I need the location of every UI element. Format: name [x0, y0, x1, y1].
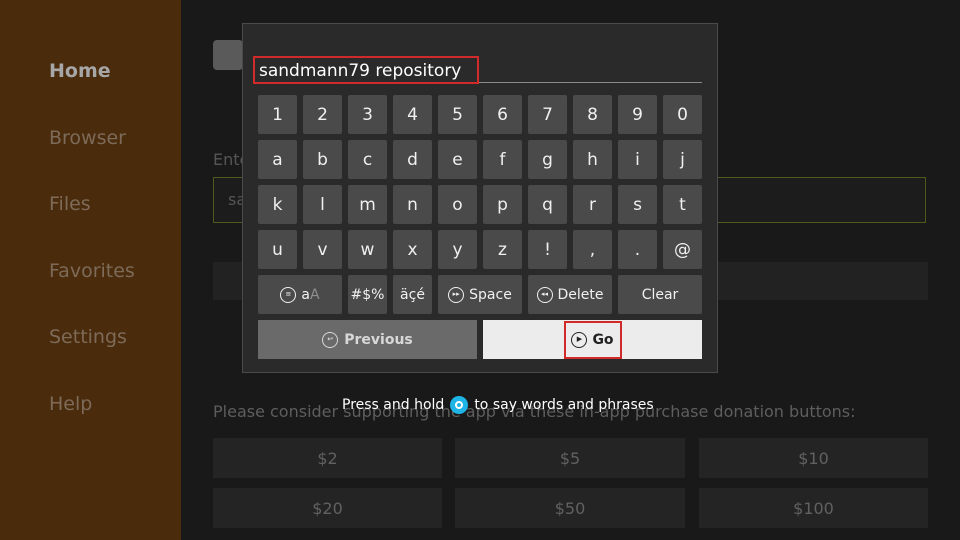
- symbols-key[interactable]: #$%: [348, 275, 387, 314]
- key-0[interactable]: 0: [663, 95, 702, 134]
- donate-button-20[interactable]: $20: [213, 488, 442, 528]
- key-y[interactable]: y: [438, 230, 477, 269]
- clear-key[interactable]: Clear: [618, 275, 702, 314]
- key-e[interactable]: e: [438, 140, 477, 179]
- key-1[interactable]: 1: [258, 95, 297, 134]
- key-4[interactable]: 4: [393, 95, 432, 134]
- key-m[interactable]: m: [348, 185, 387, 224]
- search-input[interactable]: sandmann79 repository: [253, 56, 479, 84]
- accents-key[interactable]: äçé: [393, 275, 432, 314]
- key-u[interactable]: u: [258, 230, 297, 269]
- alexa-icon: [450, 396, 469, 414]
- donate-button-50[interactable]: $50: [455, 488, 685, 528]
- case-toggle-key[interactable]: ≡ aA: [258, 275, 342, 314]
- key-b[interactable]: b: [303, 140, 342, 179]
- key-c[interactable]: c: [348, 140, 387, 179]
- rewind-icon: ◂◂: [536, 286, 553, 303]
- voice-hint-before: Press and hold: [342, 397, 445, 413]
- go-button-highlight: ▶ Go: [563, 320, 622, 359]
- key-5[interactable]: 5: [438, 95, 477, 134]
- sidebar-item-home[interactable]: Home: [49, 60, 111, 82]
- previous-button[interactable]: ↩ Previous: [258, 320, 477, 359]
- case-lower-label: a: [301, 286, 310, 303]
- sidebar-item-files[interactable]: Files: [49, 193, 91, 215]
- key-a[interactable]: a: [258, 140, 297, 179]
- menu-icon: ≡: [280, 286, 297, 303]
- key-3[interactable]: 3: [348, 95, 387, 134]
- key-2[interactable]: 2: [303, 95, 342, 134]
- previous-button-label: Previous: [344, 331, 413, 348]
- delete-key[interactable]: ◂◂ Delete: [528, 275, 612, 314]
- key-x[interactable]: x: [393, 230, 432, 269]
- fast-forward-icon: ▸▸: [448, 286, 465, 303]
- delete-key-label: Delete: [557, 286, 604, 303]
- app-logo: [213, 40, 243, 70]
- key-h[interactable]: h: [573, 140, 612, 179]
- key-period[interactable]: .: [618, 230, 657, 269]
- key-w[interactable]: w: [348, 230, 387, 269]
- key-7[interactable]: 7: [528, 95, 567, 134]
- key-l[interactable]: l: [303, 185, 342, 224]
- key-f[interactable]: f: [483, 140, 522, 179]
- play-pause-icon: ▶: [571, 331, 588, 348]
- space-key-label: Space: [469, 286, 512, 303]
- back-icon: ↩: [322, 331, 339, 348]
- voice-hint-after: to say words and phrases: [474, 397, 654, 413]
- key-excl[interactable]: !: [528, 230, 567, 269]
- key-i[interactable]: i: [618, 140, 657, 179]
- key-9[interactable]: 9: [618, 95, 657, 134]
- key-q[interactable]: q: [528, 185, 567, 224]
- key-at[interactable]: @: [663, 230, 702, 269]
- key-s[interactable]: s: [618, 185, 657, 224]
- donate-button-5[interactable]: $5: [455, 438, 685, 478]
- key-p[interactable]: p: [483, 185, 522, 224]
- key-z[interactable]: z: [483, 230, 522, 269]
- key-k[interactable]: k: [258, 185, 297, 224]
- key-n[interactable]: n: [393, 185, 432, 224]
- key-o[interactable]: o: [438, 185, 477, 224]
- key-t[interactable]: t: [663, 185, 702, 224]
- sidebar-item-help[interactable]: Help: [49, 393, 92, 415]
- sidebar-item-browser[interactable]: Browser: [49, 127, 126, 149]
- space-key[interactable]: ▸▸ Space: [438, 275, 522, 314]
- donate-button-10[interactable]: $10: [699, 438, 928, 478]
- key-v[interactable]: v: [303, 230, 342, 269]
- sidebar-item-favorites[interactable]: Favorites: [49, 260, 135, 282]
- donate-button-100[interactable]: $100: [699, 488, 928, 528]
- key-g[interactable]: g: [528, 140, 567, 179]
- key-r[interactable]: r: [573, 185, 612, 224]
- go-button-label: Go: [592, 331, 614, 348]
- go-button[interactable]: ▶ Go: [483, 320, 702, 359]
- voice-hint: Press and hold to say words and phrases: [342, 396, 654, 414]
- key-8[interactable]: 8: [573, 95, 612, 134]
- key-j[interactable]: j: [663, 140, 702, 179]
- donate-button-2[interactable]: $2: [213, 438, 442, 478]
- key-6[interactable]: 6: [483, 95, 522, 134]
- case-upper-label: A: [310, 286, 320, 303]
- key-d[interactable]: d: [393, 140, 432, 179]
- key-comma[interactable]: ,: [573, 230, 612, 269]
- sidebar-item-settings[interactable]: Settings: [49, 326, 127, 348]
- sidebar: Home Browser Files Favorites Settings He…: [0, 0, 181, 540]
